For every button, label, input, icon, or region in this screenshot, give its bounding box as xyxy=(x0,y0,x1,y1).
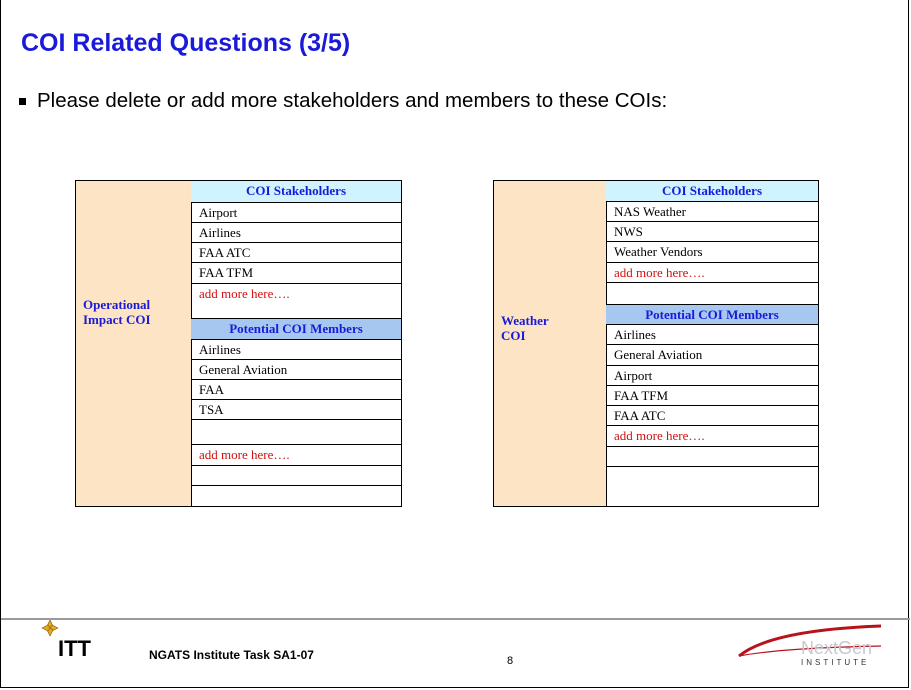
footer-task: NGATS Institute Task SA1-07 xyxy=(149,648,314,662)
slide: COI Related Questions (3/5) Please delet… xyxy=(0,0,910,688)
page-number: 8 xyxy=(507,655,514,667)
member-row[interactable]: FAA ATC xyxy=(606,406,818,426)
slide-title: COI Related Questions (3/5) xyxy=(21,29,351,57)
stakeholder-row[interactable]: Weather Vendors xyxy=(606,242,818,263)
coi-name: Weather COI xyxy=(501,313,549,343)
members-header: Potential COI Members xyxy=(191,319,401,340)
stakeholder-row[interactable]: FAA TFM xyxy=(191,263,401,284)
bullet-square-icon xyxy=(19,97,26,105)
member-row[interactable] xyxy=(606,447,818,467)
itt-logo-text: ITT xyxy=(58,636,92,660)
nextgen-institute-logo-icon: NextGen INSTITUTE xyxy=(738,624,882,667)
member-row[interactable]: General Aviation xyxy=(606,345,818,366)
stakeholders-header: COI Stakeholders xyxy=(606,181,818,202)
stakeholder-row[interactable]: Airport xyxy=(191,203,401,223)
stakeholder-row[interactable]: NAS Weather xyxy=(606,202,818,222)
stakeholder-add-more[interactable]: add more here…. xyxy=(606,263,818,283)
member-row[interactable] xyxy=(191,466,401,486)
bullet-text: Please delete or add more stakeholders a… xyxy=(37,89,668,112)
members-header: Potential COI Members xyxy=(606,305,818,325)
member-row[interactable]: Airlines xyxy=(191,340,401,360)
coi-name-cell: Operational Impact COI xyxy=(76,181,192,506)
svg-text:NextGen: NextGen xyxy=(801,638,872,658)
member-row[interactable] xyxy=(606,467,818,506)
member-row[interactable]: FAA xyxy=(191,380,401,400)
member-row[interactable]: TSA xyxy=(191,400,401,420)
member-row[interactable]: Airport xyxy=(606,366,818,386)
coi-table-weather: Weather COI COI Stakeholders NAS Weather… xyxy=(493,180,819,507)
member-add-more[interactable]: add more here…. xyxy=(191,445,401,466)
member-row[interactable]: Airlines xyxy=(606,325,818,345)
stakeholders-header: COI Stakeholders xyxy=(191,181,401,203)
stakeholder-row[interactable]: NWS xyxy=(606,222,818,242)
member-row[interactable] xyxy=(191,486,401,506)
member-row[interactable] xyxy=(191,420,401,445)
member-add-more[interactable]: add more here…. xyxy=(606,426,818,447)
stakeholder-add-more[interactable]: add more here…. xyxy=(191,284,401,319)
member-row[interactable]: FAA TFM xyxy=(606,386,818,406)
coi-table-operational: Operational Impact COI COI Stakeholders … xyxy=(75,180,402,507)
coi-name-cell: Weather COI xyxy=(494,181,607,506)
stakeholder-row[interactable]: FAA ATC xyxy=(191,243,401,263)
member-row[interactable]: General Aviation xyxy=(191,360,401,380)
coi-name: Operational Impact COI xyxy=(83,297,151,327)
itt-logo-icon: ITT xyxy=(41,620,92,660)
svg-text:INSTITUTE: INSTITUTE xyxy=(801,658,869,667)
stakeholder-row[interactable] xyxy=(606,283,818,305)
bullet-item: Please delete or add more stakeholders a… xyxy=(19,89,667,113)
stakeholder-row[interactable]: Airlines xyxy=(191,223,401,243)
